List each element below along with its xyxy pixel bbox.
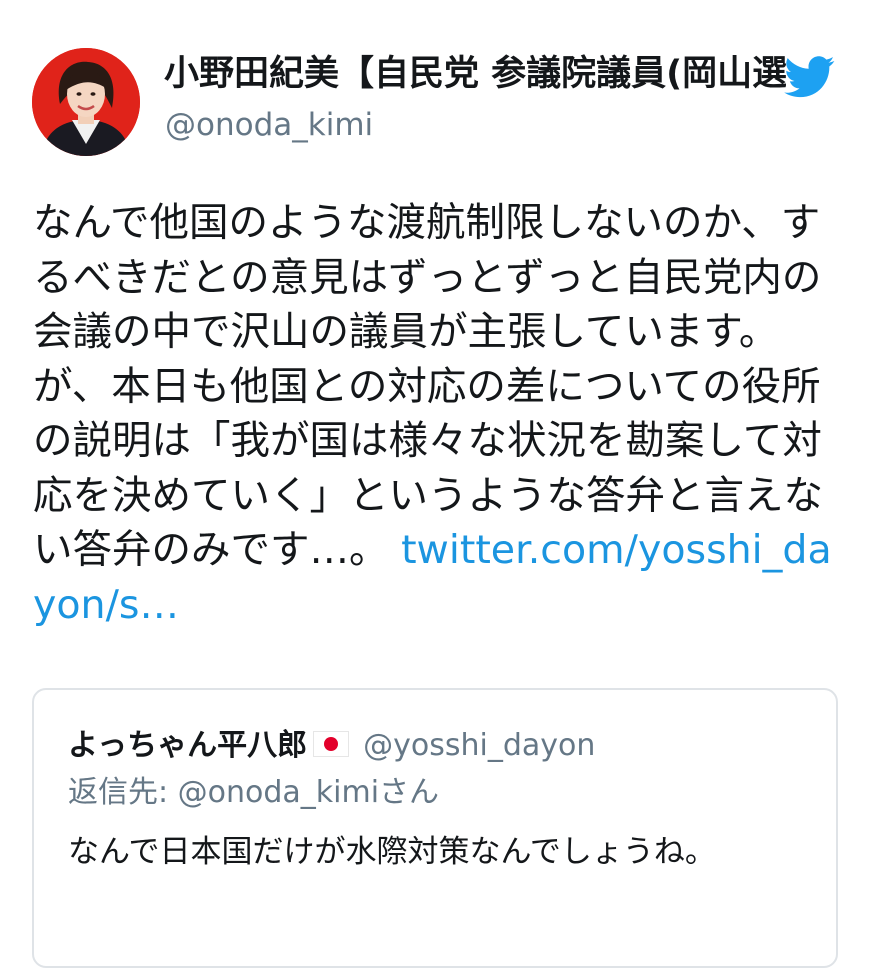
japan-flag-icon <box>313 731 350 757</box>
author-handle[interactable]: @onoda_kimi <box>165 104 373 146</box>
quoted-author-name[interactable]: よっちゃん平八郎 <box>68 728 307 763</box>
quoted-author-handle[interactable]: @yosshi_dayon <box>363 728 595 763</box>
author-name[interactable]: 小野田紀美【自民党 参議院議員(岡山選挙区)】 <box>164 50 786 98</box>
quoted-reply-to: 返信先: @onoda_kimiさん <box>68 775 440 810</box>
twitter-bird-icon[interactable] <box>784 56 836 98</box>
tweet-text: なんで他国のような渡航制限しないのか、するべきだとの意見はずっとずっと自民党内の… <box>33 196 853 632</box>
quoted-tweet-text: なんで日本国だけが水際対策なんでしょうね。 <box>68 834 716 870</box>
avatar-image <box>32 48 140 156</box>
twitter-bird-glyph <box>784 56 835 98</box>
quoted-tweet-header: よっちゃん平八郎 @yosshi_dayon <box>68 724 595 772</box>
tweet-card: 小野田紀美【自民党 参議院議員(岡山選挙区)】 @onoda_kimi なんで他… <box>0 0 889 970</box>
avatar[interactable] <box>32 48 140 156</box>
quoted-tweet[interactable]: よっちゃん平八郎 @yosshi_dayon 返信先: @onoda_kimiさん… <box>32 688 838 968</box>
tweet-text-content: なんで他国のような渡航制限しないのか、するべきだとの意見はずっとずっと自民党内の… <box>33 200 823 573</box>
